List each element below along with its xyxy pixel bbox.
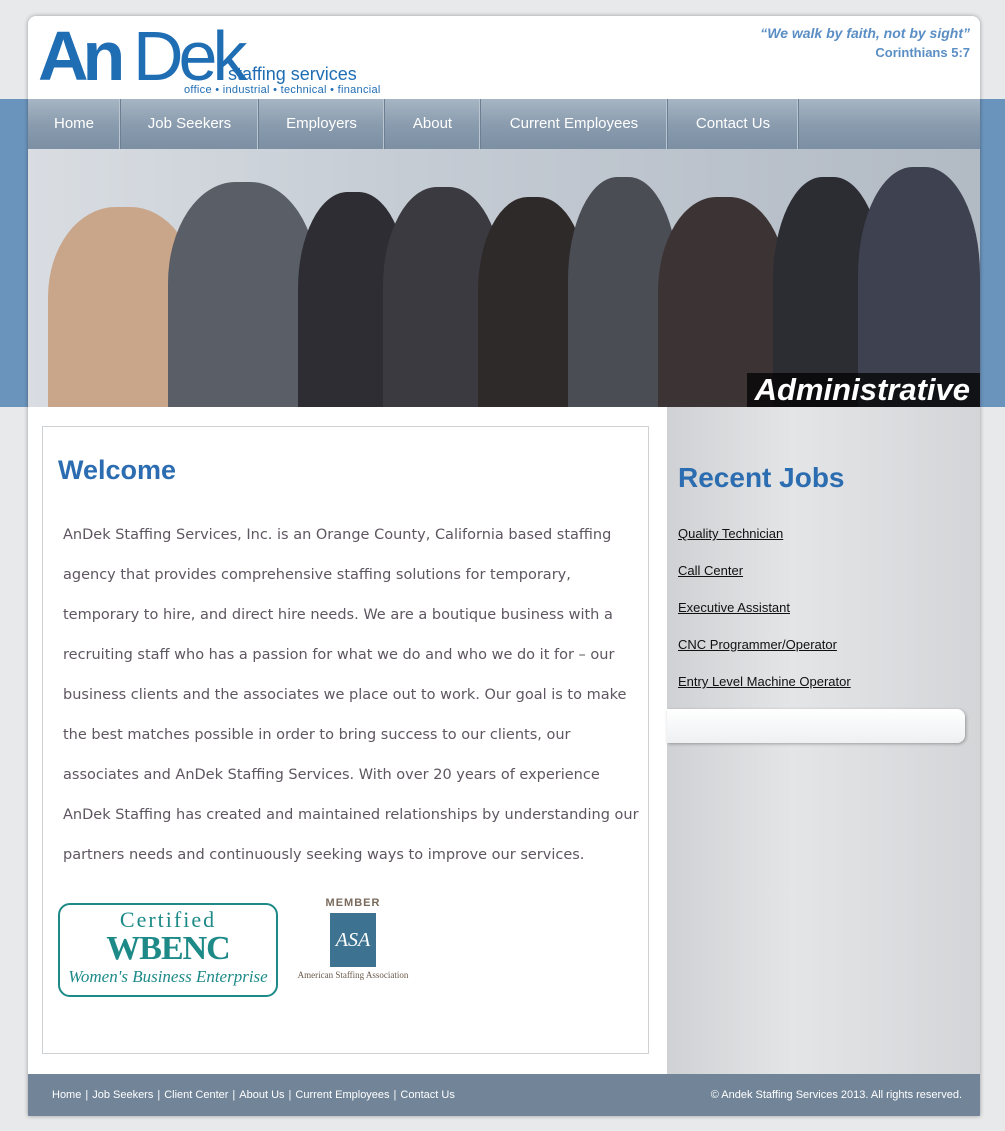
sidebar-divider xyxy=(667,709,965,743)
welcome-panel: Welcome AnDek Staffing Services, Inc. is… xyxy=(42,426,649,1054)
footer-separator: | xyxy=(393,1089,397,1101)
list-item: CNC Programmer/Operator xyxy=(678,637,851,674)
nav-home[interactable]: Home xyxy=(28,99,121,149)
nav-employers[interactable]: Employers xyxy=(259,99,385,149)
quote-reference: Corinthians 5:7 xyxy=(875,45,970,60)
header: An Dek staffing services office • indust… xyxy=(28,16,980,99)
list-item: Entry Level Machine Operator xyxy=(678,674,851,711)
wbenc-name: WBENC xyxy=(106,930,230,967)
logo-an: An xyxy=(38,17,125,95)
wbenc-sub: Women's Business Enterprise xyxy=(68,967,268,986)
footer-separator: | xyxy=(232,1089,236,1101)
nav-contact-us[interactable]: Contact Us xyxy=(668,99,799,149)
wbenc-badge[interactable]: Certified WBENC Women's Business Enterpr… xyxy=(58,903,278,997)
page-container: An Dek staffing services office • indust… xyxy=(28,16,980,1116)
asa-badge[interactable]: MEMBER ASA American Staffing Association xyxy=(288,897,418,997)
list-item: Call Center xyxy=(678,563,851,600)
job-link[interactable]: Quality Technician xyxy=(678,526,783,541)
footer-separator: | xyxy=(288,1089,292,1101)
job-link[interactable]: Call Center xyxy=(678,563,743,578)
logo-tagline: staffing services xyxy=(228,64,357,84)
site-logo[interactable]: An Dek staffing services office • indust… xyxy=(38,17,418,100)
list-item: Quality Technician xyxy=(678,526,851,563)
nav-job-seekers[interactable]: Job Seekers xyxy=(121,99,259,149)
footer-link-home[interactable]: Home xyxy=(52,1089,81,1101)
footer-link-current-employees[interactable]: Current Employees xyxy=(295,1089,389,1101)
banner-person xyxy=(858,167,980,407)
welcome-body: AnDek Staffing Services, Inc. is an Oran… xyxy=(63,527,639,863)
welcome-title: Welcome xyxy=(58,455,177,485)
recent-jobs-title: Recent Jobs xyxy=(678,462,845,493)
nav-about[interactable]: About xyxy=(385,99,481,149)
asa-logo: ASA xyxy=(330,913,376,967)
footer-separator: | xyxy=(85,1089,89,1101)
header-quote: “We walk by faith, not by sight” Corinth… xyxy=(760,25,970,60)
logo-subtagline: office • industrial • technical • financ… xyxy=(184,84,381,96)
footer-links: Home | Job Seekers | Client Center | About Us |… xyxy=(52,1089,455,1101)
asa-name: American Staffing Association xyxy=(297,970,409,980)
footer-link-about-us[interactable]: About Us xyxy=(239,1089,284,1101)
footer-link-job-seekers[interactable]: Job Seekers xyxy=(92,1089,153,1101)
hero-banner: Administrative xyxy=(28,149,980,407)
banner-caption: Administrative xyxy=(746,373,980,407)
list-item: Executive Assistant xyxy=(678,600,851,637)
footer-link-contact-us[interactable]: Contact Us xyxy=(400,1089,454,1101)
quote-text: “We walk by faith, not by sight” xyxy=(760,25,970,41)
footer-link-client-center[interactable]: Client Center xyxy=(164,1089,228,1101)
job-link[interactable]: Executive Assistant xyxy=(678,600,790,615)
copyright: © Andek Staffing Services 2013. All righ… xyxy=(710,1089,962,1101)
job-link[interactable]: Entry Level Machine Operator xyxy=(678,674,851,689)
banner-person xyxy=(168,182,318,407)
footer-separator: | xyxy=(157,1089,161,1101)
job-link[interactable]: CNC Programmer/Operator xyxy=(678,637,837,652)
main-nav: Home Job Seekers Employers About Current… xyxy=(28,99,980,149)
recent-jobs-list: Quality Technician Call Center Executive… xyxy=(678,526,851,711)
footer: Home | Job Seekers | Client Center | About Us |… xyxy=(28,1074,980,1116)
nav-current-employees[interactable]: Current Employees xyxy=(481,99,668,149)
asa-member: MEMBER xyxy=(325,897,381,909)
